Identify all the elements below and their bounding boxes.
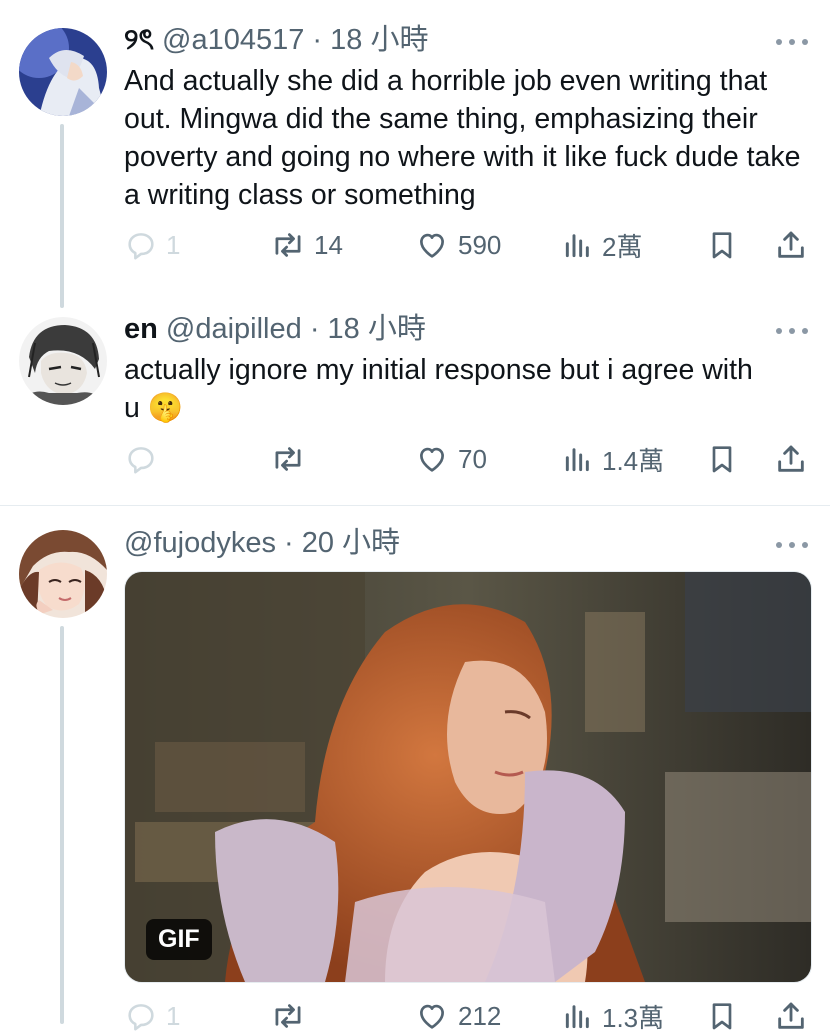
like-count: 212 — [458, 1000, 502, 1031]
view-count: 1.3萬 — [602, 1002, 665, 1033]
reply-button[interactable]: 1 — [124, 996, 180, 1036]
reply-count: 1 — [166, 1000, 181, 1031]
gif-badge: GIF — [146, 919, 212, 960]
tweet-3[interactable]: @fujodykes · 20 小時 GIF 1 212 1.3萬 — [0, 0, 830, 1033]
views-icon — [565, 1005, 589, 1029]
views-button[interactable]: 1.3萬 — [562, 996, 664, 1036]
avatar-image — [19, 530, 107, 618]
share-icon — [778, 1002, 804, 1029]
thread-line — [60, 626, 64, 1024]
gif-image — [125, 572, 811, 982]
reply-icon — [128, 1004, 154, 1031]
handle-and-time[interactable]: @fujodykes · 20 小時 — [124, 527, 400, 559]
action-bar: 1 212 1.3萬 — [0, 996, 830, 1036]
bookmark-button[interactable] — [706, 996, 738, 1036]
like-button[interactable]: 212 — [414, 996, 501, 1036]
gif-media[interactable]: GIF — [124, 571, 812, 983]
tweet-header: @fujodykes · 20 小時 — [124, 525, 400, 561]
retweet-button[interactable] — [270, 996, 314, 1036]
bookmark-icon — [712, 1003, 732, 1030]
avatar[interactable] — [19, 530, 107, 618]
like-icon — [420, 1004, 444, 1029]
retweet-icon — [275, 1004, 301, 1028]
more-icon[interactable] — [776, 539, 808, 551]
share-button[interactable] — [774, 996, 808, 1036]
